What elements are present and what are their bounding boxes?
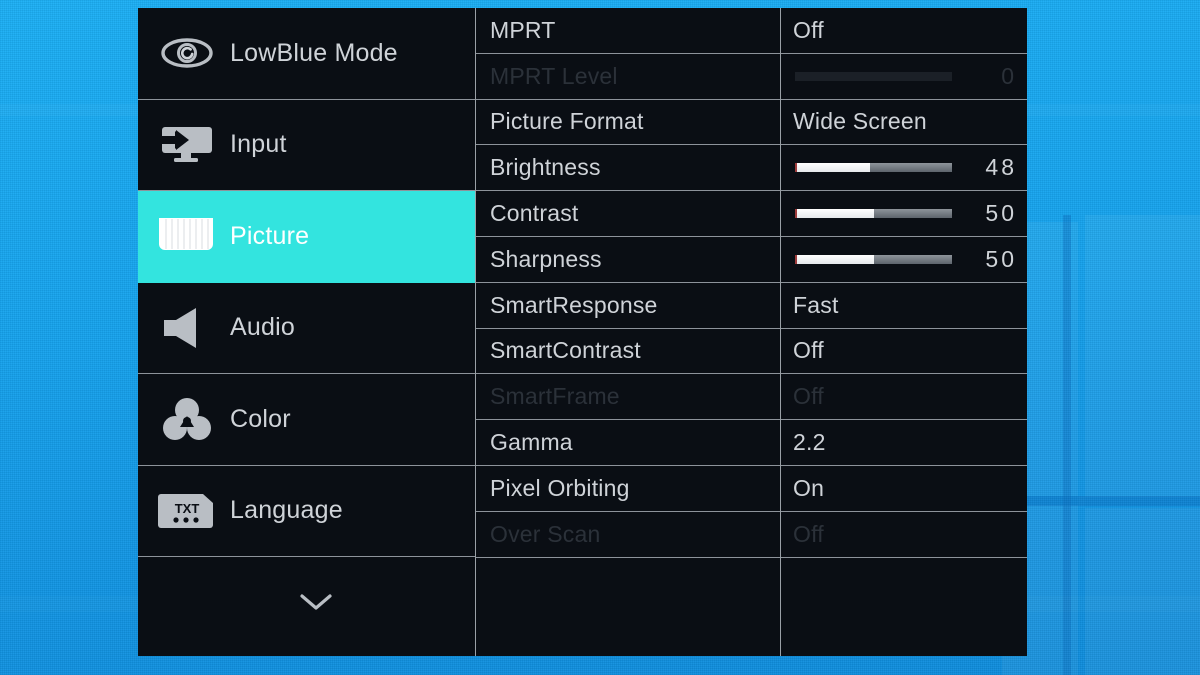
value-number: 48 — [985, 154, 1017, 181]
txt-card-icon: TXT — [156, 487, 218, 535]
value-text: 2.2 — [793, 429, 826, 456]
monitor-input-icon — [156, 121, 218, 169]
menu-item-label: Pixel Orbiting — [490, 474, 630, 501]
value-row-smartframe: Off — [781, 374, 1027, 421]
value-text: Fast — [793, 291, 839, 318]
sidebar-item-label: Picture — [230, 221, 310, 250]
menu-item-label: MPRT Level — [490, 62, 618, 89]
value-text: Off — [793, 16, 824, 43]
contrast-slider[interactable] — [795, 209, 952, 219]
value-number: 0 — [1001, 62, 1017, 89]
picture-icon — [156, 212, 218, 260]
brightness-slider[interactable] — [795, 163, 952, 173]
sidebar-item-color[interactable]: Color — [138, 374, 475, 466]
osd-menu: LowBlue Mode Input Picture Audio Color T… — [138, 8, 1028, 656]
menu-item-label: SmartFrame — [490, 383, 620, 410]
svg-text:TXT: TXT — [175, 501, 200, 516]
menu-row-smartframe: SmartFrame — [476, 374, 780, 421]
menu-item-label: Contrast — [490, 200, 579, 227]
menu-item-label: Brightness — [490, 154, 601, 181]
sidebar-item-label: LowBlue Mode — [230, 38, 398, 67]
menu-item-label: SmartContrast — [490, 337, 641, 364]
value-number: 50 — [985, 200, 1017, 227]
value-row-pixel-orbiting[interactable]: On — [781, 466, 1027, 512]
wallpaper-pane-bottom-right — [1085, 508, 1200, 675]
sidebar-item-audio[interactable]: Audio — [138, 283, 475, 374]
value-row-smartresponse[interactable]: Fast — [781, 283, 1027, 329]
menu-item-label: Over Scan — [490, 520, 601, 547]
value-row-brightness[interactable]: 48 — [781, 145, 1027, 192]
osd-menu-items-column: MPRT MPRT Level Picture Format Brightnes… — [476, 8, 781, 656]
menu-row-smartcontrast[interactable]: SmartContrast — [476, 329, 780, 375]
value-text: Off — [793, 383, 824, 410]
value-row-picture-format[interactable]: Wide Screen — [781, 100, 1027, 146]
menu-row-gamma[interactable]: Gamma — [476, 420, 780, 466]
value-text: Wide Screen — [793, 108, 927, 135]
sidebar-item-label: Input — [230, 130, 287, 159]
eye-icon — [156, 29, 218, 77]
value-row-gamma[interactable]: 2.2 — [781, 420, 1027, 466]
osd-sidebar: LowBlue Mode Input Picture Audio Color T… — [138, 8, 476, 656]
menu-item-label: SmartResponse — [490, 291, 658, 318]
value-row-contrast[interactable]: 50 — [781, 191, 1027, 237]
value-text: Off — [793, 337, 824, 364]
menu-row-picture-format[interactable]: Picture Format — [476, 100, 780, 146]
speaker-icon — [156, 304, 218, 352]
menu-item-label: MPRT — [490, 16, 556, 43]
menu-row-mprt[interactable]: MPRT — [476, 8, 780, 54]
menu-row-mprt-level: MPRT Level — [476, 54, 780, 100]
mprt-level-slider[interactable] — [795, 71, 952, 81]
menu-row-smartresponse[interactable]: SmartResponse — [476, 283, 780, 329]
sidebar-item-label: Audio — [230, 313, 295, 342]
value-row-sharpness[interactable]: 50 — [781, 237, 1027, 283]
sharpness-slider[interactable] — [795, 254, 952, 264]
sidebar-item-label: Language — [230, 496, 343, 525]
menu-item-label: Sharpness — [490, 245, 602, 272]
chevron-down-icon — [299, 592, 333, 612]
value-row-mprt[interactable]: Off — [781, 8, 1027, 54]
sidebar-item-language[interactable]: TXT Language — [138, 466, 475, 557]
sidebar-scroll-down-button[interactable] — [138, 557, 475, 647]
value-number: 50 — [985, 245, 1017, 272]
menu-row-sharpness[interactable]: Sharpness — [476, 237, 780, 283]
sidebar-item-picture[interactable]: Picture — [138, 191, 475, 283]
value-row-smartcontrast[interactable]: Off — [781, 329, 1027, 375]
sidebar-item-label: Color — [230, 404, 291, 433]
value-text: Off — [793, 520, 824, 547]
value-row-over-scan: Off — [781, 512, 1027, 558]
wallpaper-pane-top-right — [1085, 215, 1200, 497]
menu-item-label: Gamma — [490, 429, 573, 456]
sidebar-item-lowblue-mode[interactable]: LowBlue Mode — [138, 8, 475, 100]
menu-row-pixel-orbiting[interactable]: Pixel Orbiting — [476, 466, 780, 512]
sidebar-item-input[interactable]: Input — [138, 100, 475, 191]
menu-row-contrast[interactable]: Contrast — [476, 191, 780, 237]
value-row-mprt-level: 0 — [781, 54, 1027, 100]
osd-values-column: Off 0 Wide Screen 48 50 50 Fast Off Off … — [781, 8, 1027, 656]
color-wheel-icon — [156, 395, 218, 443]
menu-row-over-scan: Over Scan — [476, 512, 780, 558]
value-text: On — [793, 474, 825, 501]
menu-item-label: Picture Format — [490, 108, 644, 135]
menu-row-brightness[interactable]: Brightness — [476, 145, 780, 192]
wallpaper-bar-horizontal — [1000, 496, 1200, 506]
